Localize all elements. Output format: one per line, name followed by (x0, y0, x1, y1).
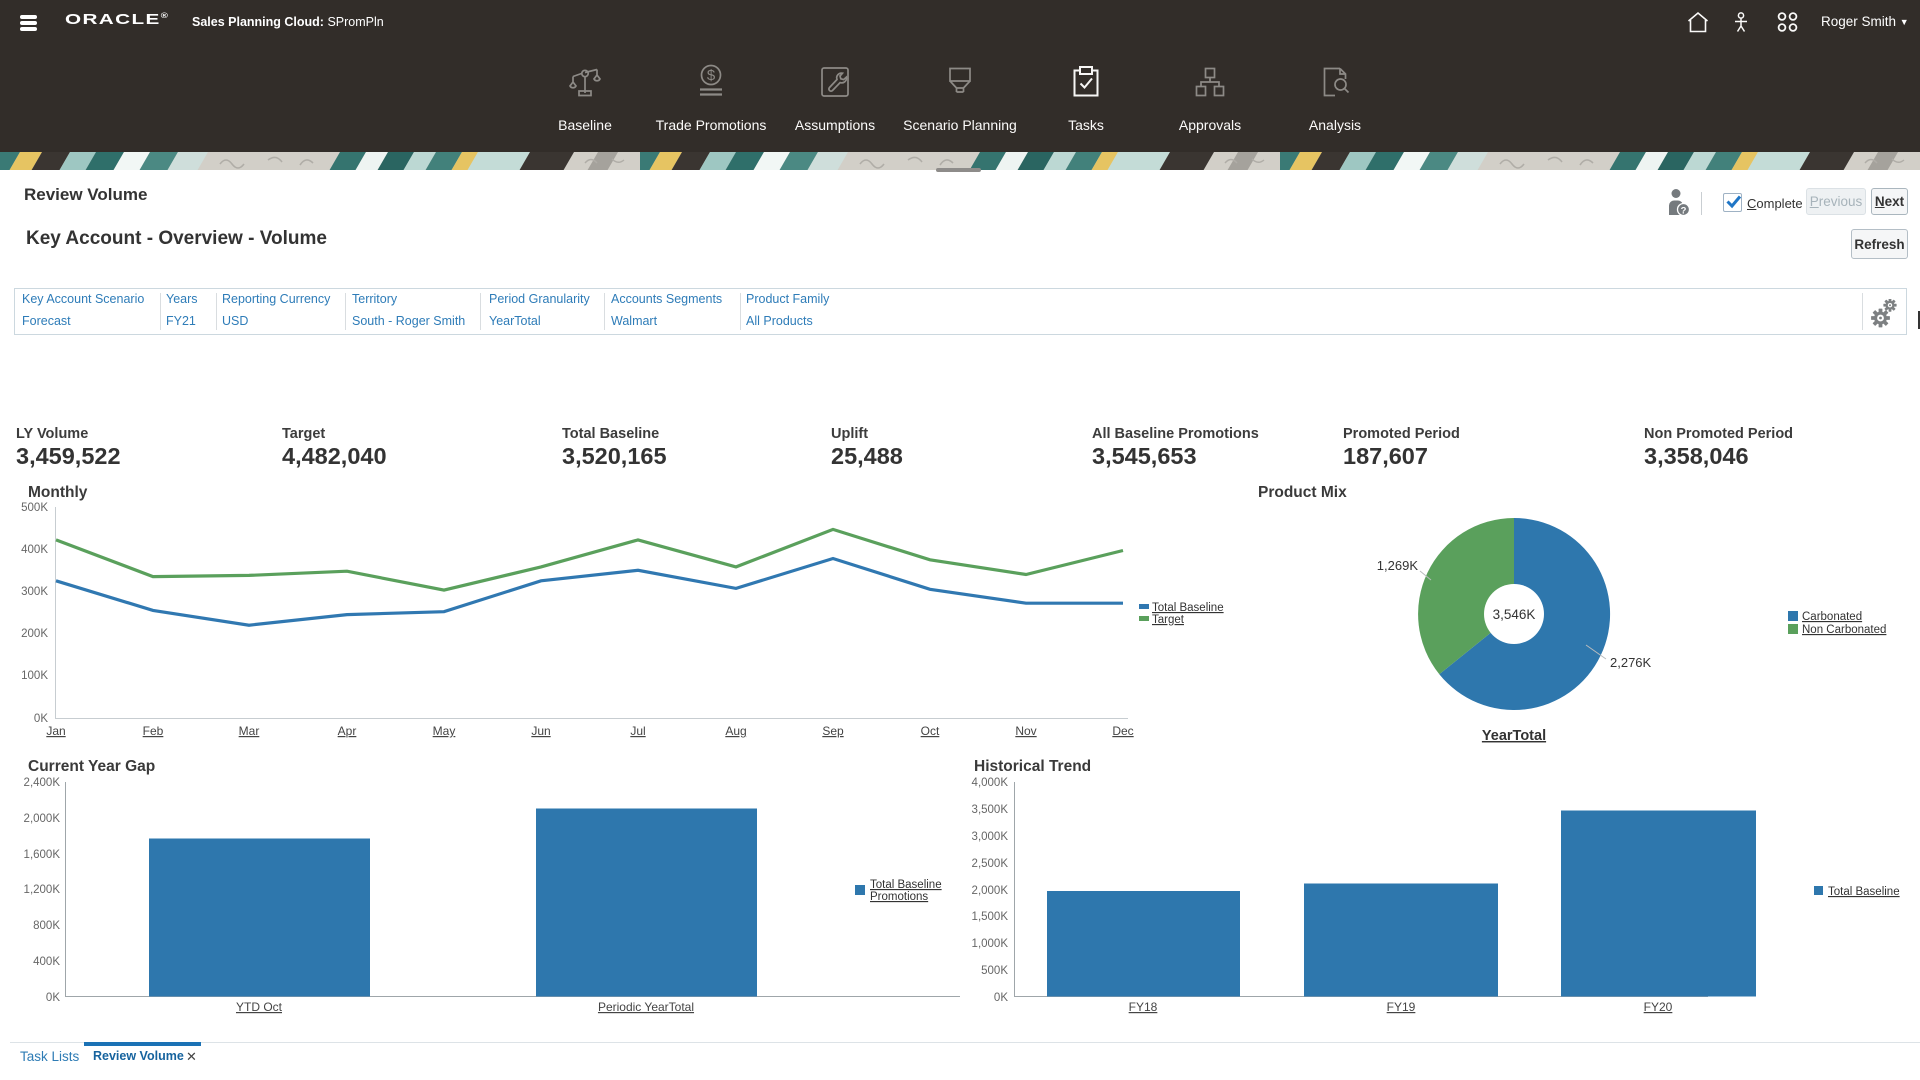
svg-text:Promotions: Promotions (870, 891, 928, 903)
svg-text:$: $ (707, 67, 716, 84)
svg-text:Non Carbonated: Non Carbonated (1802, 624, 1886, 636)
svg-text:YearTotal: YearTotal (1482, 728, 1546, 744)
svg-text:3,500K: 3,500K (972, 804, 1009, 816)
svg-text:4,000K: 4,000K (972, 777, 1009, 789)
svg-text:Sep: Sep (822, 724, 844, 738)
svg-text:May: May (433, 724, 456, 738)
svg-text:800K: 800K (33, 920, 60, 932)
svg-text:Mar: Mar (239, 724, 260, 738)
svg-text:Aug: Aug (725, 724, 746, 738)
svg-text:300K: 300K (21, 586, 48, 598)
svg-text:1,000K: 1,000K (972, 938, 1009, 950)
svg-text:Dec: Dec (1112, 724, 1133, 738)
svg-text:0K: 0K (994, 992, 1008, 1004)
svg-text:Jan: Jan (46, 724, 65, 738)
svg-text:2,276K: 2,276K (1610, 655, 1652, 670)
svg-text:Carbonated: Carbonated (1802, 611, 1862, 623)
svg-text:FY20: FY20 (1644, 1000, 1673, 1014)
svg-text:Feb: Feb (143, 724, 164, 738)
svg-text:FY19: FY19 (1387, 1000, 1416, 1014)
svg-text:Apr: Apr (338, 724, 357, 738)
svg-text:2,000K: 2,000K (972, 885, 1009, 897)
svg-text:?: ? (1681, 206, 1687, 217)
svg-text:Total Baseline: Total Baseline (870, 879, 942, 891)
svg-text:1,600K: 1,600K (24, 849, 61, 861)
svg-text:400K: 400K (33, 956, 60, 968)
svg-text:Total Baseline: Total Baseline (1152, 602, 1224, 614)
svg-text:2,000K: 2,000K (24, 813, 61, 825)
svg-text:1,269K: 1,269K (1377, 558, 1419, 573)
svg-text:1,500K: 1,500K (972, 911, 1009, 923)
svg-text:0K: 0K (46, 992, 60, 1004)
svg-text:3,000K: 3,000K (972, 831, 1009, 843)
svg-text:2,500K: 2,500K (972, 858, 1009, 870)
svg-text:2,400K: 2,400K (24, 777, 61, 789)
svg-text:100K: 100K (21, 670, 48, 682)
svg-text:500K: 500K (981, 965, 1008, 977)
svg-text:400K: 400K (21, 544, 48, 556)
svg-text:Periodic YearTotal: Periodic YearTotal (598, 1000, 694, 1014)
svg-text:500K: 500K (21, 502, 48, 514)
svg-text:Nov: Nov (1015, 724, 1036, 738)
svg-text:Target: Target (1152, 614, 1185, 626)
svg-text:3,546K: 3,546K (1493, 607, 1536, 622)
svg-text:Jun: Jun (531, 724, 550, 738)
svg-text:200K: 200K (21, 628, 48, 640)
svg-text:1,200K: 1,200K (24, 884, 61, 896)
svg-text:YTD Oct: YTD Oct (236, 1000, 283, 1014)
svg-text:Oct: Oct (921, 724, 940, 738)
svg-text:Jul: Jul (630, 724, 645, 738)
svg-text:FY18: FY18 (1129, 1000, 1158, 1014)
svg-text:Total Baseline: Total Baseline (1828, 886, 1900, 898)
